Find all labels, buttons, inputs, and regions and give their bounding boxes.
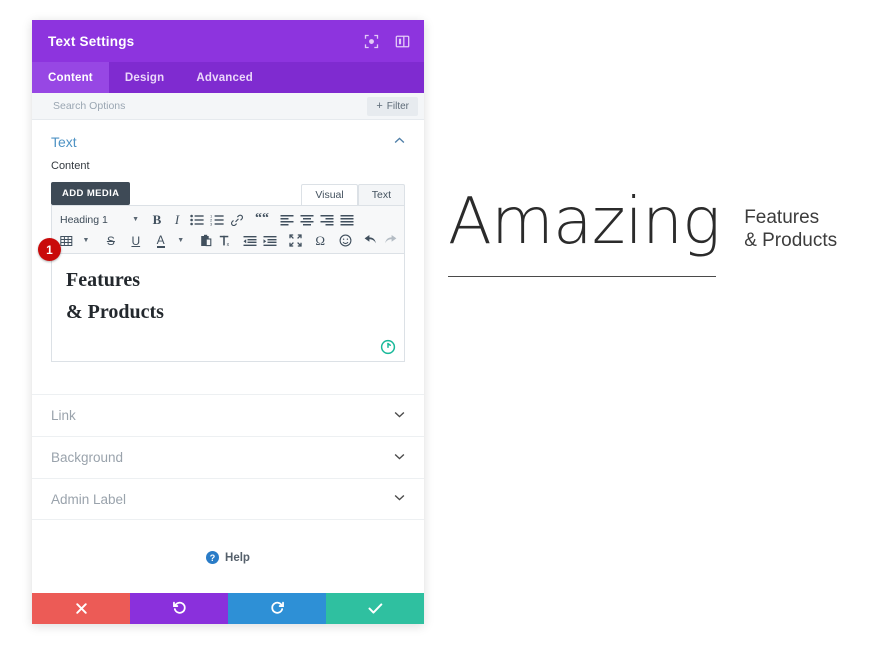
filter-button[interactable]: + Filter [367, 96, 418, 116]
preview-subtext: Features & Products [744, 207, 838, 252]
search-bar: + Filter [32, 93, 424, 120]
outdent-icon[interactable] [240, 231, 260, 250]
editor-line-1: Features [66, 269, 141, 291]
format-select-value: Heading 1 [60, 213, 108, 226]
filter-button-label: Filter [386, 100, 409, 112]
editor-mode-tabs: Visual Text [301, 184, 405, 205]
align-left-icon[interactable] [277, 210, 297, 229]
reset-icon[interactable] [380, 339, 396, 355]
tab-design[interactable]: Design [109, 62, 181, 93]
modal-tabs: Content Design Advanced [32, 62, 424, 93]
underline-icon[interactable]: U [126, 231, 146, 250]
search-input[interactable] [51, 99, 368, 113]
close-icon [75, 603, 87, 614]
section-header-text[interactable]: Text [32, 120, 424, 160]
chevron-down-icon: ▼ [132, 216, 139, 223]
expand-icon[interactable] [364, 34, 379, 49]
chevron-down-icon[interactable] [394, 411, 405, 421]
page-title: Text Settings [48, 33, 135, 49]
tab-content[interactable]: Content [32, 62, 109, 93]
undo-icon [172, 601, 186, 614]
modal-header: Text Settings [32, 20, 424, 62]
help-label: Help [225, 551, 250, 564]
chevron-up-icon[interactable] [394, 137, 405, 147]
editor-toolbar: Heading 1 ▼ B I 1 2 3 ““ ▼ S U A ▼ x Ω [51, 205, 405, 254]
bulleted-list-icon[interactable] [187, 210, 207, 229]
tab-advanced[interactable]: Advanced [180, 62, 269, 93]
toolbar-row-2: ▼ S U A ▼ x Ω [56, 230, 400, 251]
accordion-background[interactable]: Background [32, 436, 424, 478]
accordion-list: Link Background Admin Label [32, 394, 424, 520]
tab-text[interactable]: Text [357, 184, 405, 205]
italic-icon[interactable]: I [167, 210, 187, 229]
svg-text:3: 3 [210, 221, 213, 226]
preview-row: Amazing Features & Products [448, 190, 848, 254]
layout-icon[interactable] [395, 34, 410, 49]
section-title: Text [51, 134, 77, 150]
accordion-admin-label[interactable]: Admin Label [32, 478, 424, 520]
redo-icon [270, 601, 284, 614]
emoji-icon[interactable] [335, 231, 355, 250]
modal-footer [32, 593, 424, 624]
accordion-label: Background [51, 450, 124, 465]
paste-icon[interactable] [196, 231, 216, 250]
wp-editor: ADD MEDIA Visual Text Heading 1 ▼ B I 1 … [32, 179, 424, 362]
accordion-label: Link [51, 408, 76, 423]
preview-headline: Amazing [448, 185, 721, 259]
blockquote-icon[interactable]: ““ [252, 210, 272, 229]
text-settings-modal: Text Settings Content Design Advanced Se… [32, 20, 424, 624]
svg-text:x: x [227, 242, 230, 247]
tab-visual[interactable]: Visual [301, 184, 358, 205]
cancel-button[interactable] [32, 593, 130, 624]
undo-icon[interactable] [360, 231, 380, 250]
check-icon [368, 603, 382, 614]
accordion-link[interactable]: Link [32, 394, 424, 436]
step-badge: 1 [38, 238, 61, 261]
redo-button[interactable] [228, 593, 326, 624]
format-select[interactable]: Heading 1 ▼ [56, 210, 142, 229]
chevron-down-icon[interactable]: ▼ [76, 231, 96, 250]
link-icon[interactable] [227, 210, 247, 229]
plus-icon: + [376, 99, 383, 112]
numbered-list-icon[interactable]: 1 2 3 [207, 210, 227, 229]
align-right-icon[interactable] [317, 210, 337, 229]
accordion-label: Admin Label [51, 491, 127, 507]
preview-pane: Amazing Features & Products [448, 190, 848, 277]
indent-icon[interactable] [260, 231, 280, 250]
special-character-icon[interactable]: Ω [310, 231, 330, 250]
undo-button[interactable] [130, 593, 228, 624]
header-icon-group [364, 34, 410, 49]
editor-content-area[interactable]: 1 Features & Products [38, 238, 405, 362]
modal-body: Text Content ADD MEDIA Visual Text Headi… [32, 120, 424, 593]
toolbar-row-1: Heading 1 ▼ B I 1 2 3 ““ [56, 209, 400, 230]
chevron-down-icon[interactable] [394, 494, 405, 504]
fullscreen-icon[interactable] [285, 231, 305, 250]
align-center-icon[interactable] [297, 210, 317, 229]
chevron-down-icon[interactable] [394, 453, 405, 463]
bold-icon[interactable]: B [147, 210, 167, 229]
chevron-down-icon[interactable]: ▼ [171, 231, 191, 250]
content-field-label: Content [51, 160, 90, 172]
editor-top-bar: ADD MEDIA Visual Text [51, 179, 405, 205]
preview-divider [448, 276, 716, 277]
align-justify-icon[interactable] [337, 210, 357, 229]
help-link[interactable]: ? Help [32, 520, 424, 564]
save-button[interactable] [326, 593, 424, 624]
editor-line-2: & Products [66, 301, 164, 323]
question-mark-icon: ? [206, 551, 220, 564]
strikethrough-icon[interactable]: S [101, 231, 121, 250]
redo-icon[interactable] [380, 231, 400, 250]
clear-formatting-icon[interactable]: x [216, 231, 236, 250]
screen: Text Settings Content Design Advanced Se… [0, 0, 880, 658]
text-color-icon[interactable]: A [151, 231, 171, 250]
add-media-button[interactable]: ADD MEDIA [51, 182, 131, 205]
